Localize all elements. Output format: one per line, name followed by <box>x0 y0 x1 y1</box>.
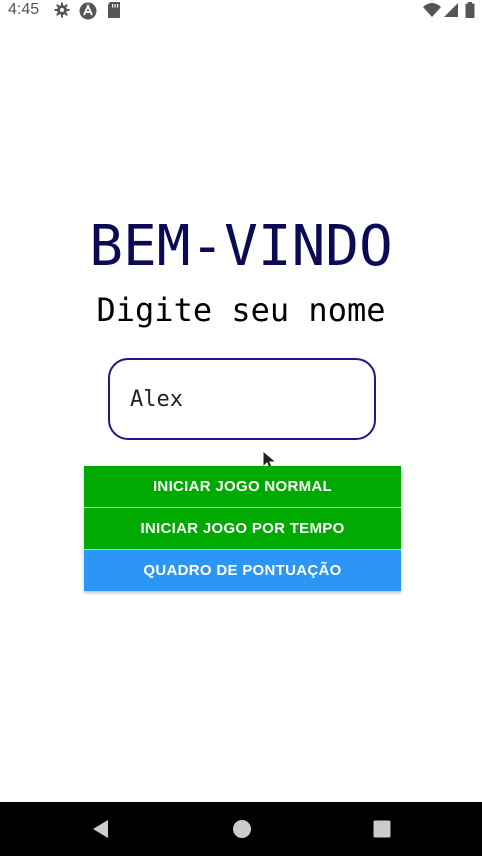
start-normal-game-button[interactable]: INICIAR JOGO NORMAL <box>84 466 401 507</box>
status-bar: 4:45 <box>0 0 482 22</box>
wifi-icon <box>423 2 441 18</box>
start-timed-game-button[interactable]: INICIAR JOGO POR TEMPO <box>84 508 401 549</box>
scoreboard-button[interactable]: QUADRO DE PONTUAÇÃO <box>84 550 401 591</box>
navigation-bar <box>0 802 482 856</box>
signal-icon <box>444 2 460 18</box>
gear-icon <box>54 2 70 18</box>
home-icon[interactable] <box>232 819 252 839</box>
status-time: 4:45 <box>8 1 40 18</box>
welcome-title: BEM-VINDO <box>89 214 393 279</box>
name-input[interactable] <box>108 358 376 440</box>
app-screen: 4:45 BEM-VINDO Digite seu nome Alex INIC… <box>0 0 482 856</box>
sd-card-icon <box>107 2 123 18</box>
battery-icon <box>465 2 481 18</box>
recents-icon[interactable] <box>372 819 392 839</box>
enter-name-subtitle: Digite seu nome <box>96 291 386 329</box>
app-icon <box>79 2 97 20</box>
back-icon[interactable] <box>91 819 111 839</box>
